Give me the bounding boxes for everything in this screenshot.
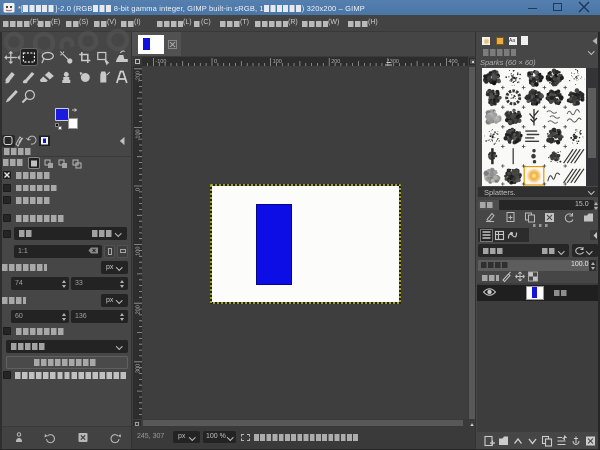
svg-text:200: 200 [331, 59, 340, 65]
svg-text:0: 0 [136, 188, 142, 191]
svg-text:100: 100 [136, 247, 142, 256]
svg-text:-100: -100 [136, 129, 142, 140]
svg-text:100: 100 [273, 59, 282, 65]
svg-text:400: 400 [448, 59, 457, 65]
svg-text:300: 300 [136, 364, 142, 373]
svg-text:200: 200 [136, 305, 142, 314]
svg-text:-100: -100 [155, 59, 166, 65]
svg-text:0: 0 [214, 59, 217, 65]
